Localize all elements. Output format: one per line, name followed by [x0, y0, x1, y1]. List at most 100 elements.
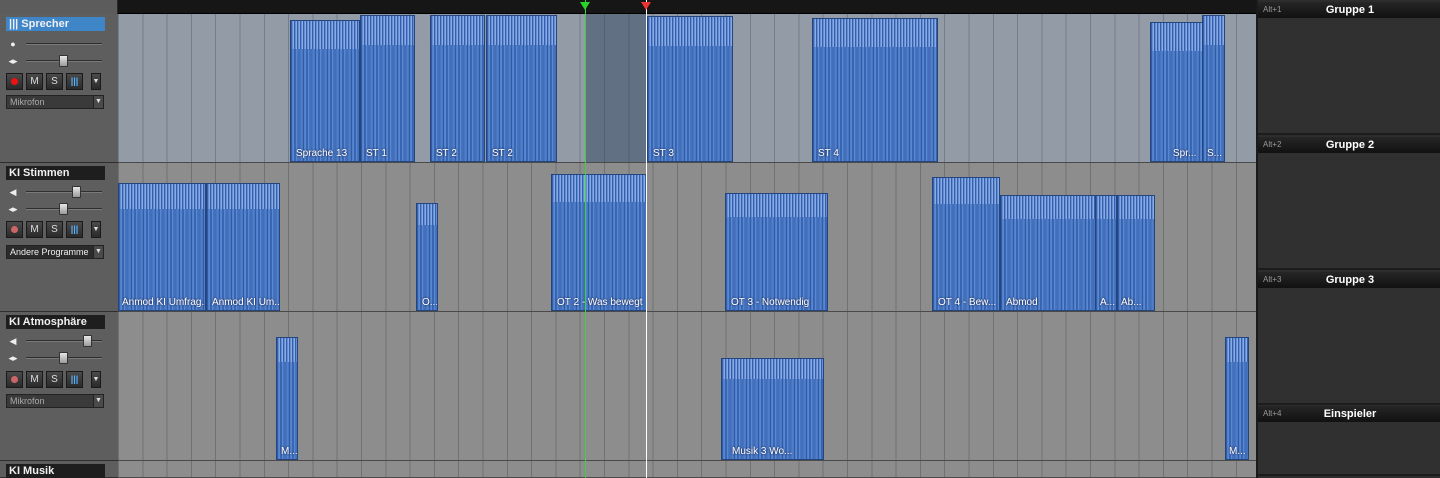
audio-clip[interactable]: ST 2 — [430, 15, 485, 162]
track-name-label: Sprecher — [21, 18, 69, 30]
track-name-ki-musik[interactable]: KI Musik — [6, 464, 105, 478]
solo-button[interactable]: S — [46, 73, 63, 90]
loop-range[interactable] — [585, 14, 646, 162]
audio-clip[interactable]: ST 3 — [647, 16, 733, 162]
pan-slider-knob[interactable] — [59, 203, 68, 215]
lane-ki-musik[interactable] — [118, 461, 1256, 478]
audio-clip[interactable]: ST 4 — [812, 18, 938, 162]
pan-slider-knob[interactable] — [59, 352, 68, 364]
solo-button[interactable]: S — [46, 221, 63, 238]
clip-label: M... — [281, 446, 298, 457]
audio-clip[interactable]: OT 3 - Notwendig — [725, 193, 828, 311]
clip-label: Musik 3 Wo... — [732, 446, 793, 457]
audio-clip[interactable]: Anmod KI Um... — [206, 183, 280, 311]
clip-label: O... — [422, 297, 438, 308]
chevron-down-icon[interactable]: ▼ — [93, 246, 103, 258]
loop-start-line[interactable] — [585, 0, 586, 478]
audio-clip[interactable]: Spr... — [1150, 22, 1203, 162]
chevron-down-icon[interactable]: ▼ — [91, 73, 101, 90]
audio-clip[interactable]: Abmod — [1000, 195, 1096, 311]
input-level-track — [26, 43, 102, 45]
group-panel: Alt+1 Gruppe 1 Alt+2 Gruppe 2 Alt+3 Grup… — [1256, 0, 1440, 478]
track-header-sprecher[interactable]: ||| Sprecher ● ◂▸ M S ||| ▼ Mikrofon ▼ — [0, 14, 118, 163]
timeline-ruler[interactable] — [118, 0, 1256, 14]
volume-slider-track[interactable] — [26, 191, 102, 193]
volume-row: ◀ — [6, 335, 106, 347]
track-name-ki-stimmen[interactable]: KI Stimmen — [6, 166, 105, 180]
pan-slider-knob[interactable] — [59, 55, 68, 67]
mute-button[interactable]: M — [26, 371, 43, 388]
group-header[interactable]: Alt+1 Gruppe 1 — [1258, 2, 1440, 18]
clip-label: OT 3 - Notwendig — [731, 297, 810, 308]
fx-mixer-icon[interactable]: ||| — [66, 371, 83, 388]
audio-clip[interactable]: M... — [1225, 337, 1249, 460]
group-slot[interactable] — [1258, 153, 1440, 270]
pan-row: ◂▸ — [6, 203, 106, 215]
group-header[interactable]: Alt+4 Einspieler — [1258, 406, 1440, 422]
audio-clip[interactable]: ST 1 — [360, 15, 415, 162]
input-select[interactable]: Mikrofon ▼ — [6, 394, 104, 408]
group-header[interactable]: Alt+3 Gruppe 3 — [1258, 272, 1440, 288]
audio-clip[interactable]: M... — [276, 337, 298, 460]
mute-button[interactable]: M — [26, 221, 43, 238]
record-button[interactable] — [6, 221, 23, 238]
group-title: Gruppe 1 — [1325, 4, 1375, 16]
playhead-marker-icon[interactable] — [641, 2, 651, 10]
record-button[interactable] — [6, 371, 23, 388]
track-header-ki-atmosphaere[interactable]: KI Atmosphäre ◀ ◂▸ M S ||| ▼ Mikrofon ▼ — [0, 312, 118, 461]
arrangement-area[interactable]: Sprache 13 ST 1 ST 2 ST 2 ST 3 ST 4 Spr.… — [118, 0, 1256, 478]
mute-button[interactable]: M — [26, 73, 43, 90]
playhead-line[interactable] — [646, 0, 647, 478]
clip-label: Abmod — [1006, 297, 1038, 308]
chevron-down-icon[interactable]: ▼ — [91, 371, 101, 388]
audio-clip[interactable]: OT 4 - Bew... — [932, 177, 1000, 311]
clip-label: A... — [1100, 297, 1116, 308]
audio-clip[interactable]: A... — [1095, 195, 1117, 311]
pan-row: ◂▸ — [6, 352, 106, 364]
clip-label: OT 4 - Bew... — [938, 297, 997, 308]
audio-clip[interactable]: O... — [416, 203, 438, 311]
solo-button[interactable]: S — [46, 371, 63, 388]
audio-clip[interactable]: Anmod KI Umfrag... — [118, 183, 206, 311]
audio-clip[interactable]: Ab... — [1117, 195, 1155, 311]
track-header-ki-stimmen[interactable]: KI Stimmen ◀ ◂▸ M S ||| ▼ Andere Program… — [0, 163, 118, 312]
input-select[interactable]: Andere Programme ▼ — [6, 245, 104, 259]
loop-start-marker-icon[interactable] — [580, 2, 590, 10]
clip-label: S... — [1207, 148, 1223, 159]
chevron-down-icon[interactable]: ▼ — [93, 96, 103, 108]
input-select[interactable]: Mikrofon ▼ — [6, 95, 104, 109]
volume-row: ◀ — [6, 186, 106, 198]
group-title: Gruppe 3 — [1325, 274, 1375, 286]
track-prefix: ||| — [9, 18, 19, 30]
fx-mixer-icon[interactable]: ||| — [66, 73, 83, 90]
chevron-down-icon[interactable]: ▼ — [91, 221, 101, 238]
volume-slider-knob[interactable] — [83, 335, 92, 347]
clip-label: Anmod KI Um... — [212, 297, 280, 308]
chevron-down-icon[interactable]: ▼ — [93, 395, 103, 407]
group-slot[interactable] — [1258, 288, 1440, 405]
clip-label: ST 3 — [653, 148, 674, 159]
pan-row: ◂▸ — [6, 55, 106, 67]
pan-icon: ◂▸ — [8, 353, 18, 363]
volume-slider-knob[interactable] — [72, 186, 81, 198]
group-slot[interactable] — [1258, 422, 1440, 476]
track-name-sprecher[interactable]: ||| Sprecher — [6, 17, 105, 31]
record-button[interactable] — [6, 73, 23, 90]
group-title: Einspieler — [1323, 408, 1377, 420]
pan-icon: ◂▸ — [8, 56, 18, 66]
audio-clip[interactable]: ST 2 — [486, 15, 557, 162]
clip-label: Spr... — [1173, 148, 1197, 159]
group-header[interactable]: Alt+2 Gruppe 2 — [1258, 137, 1440, 153]
microphone-icon: ● — [10, 39, 16, 49]
pan-icon: ◂▸ — [8, 204, 18, 214]
clip-label: OT 2 - Was bewegt — [557, 297, 643, 308]
group-slot[interactable] — [1258, 18, 1440, 135]
fx-mixer-icon[interactable]: ||| — [66, 221, 83, 238]
audio-clip[interactable]: Sprache 13 — [290, 20, 360, 162]
audio-clip[interactable]: OT 2 - Was bewegt — [551, 174, 647, 311]
audio-clip[interactable]: S... — [1202, 15, 1225, 162]
input-monitor-row: ● — [6, 38, 106, 50]
track-name-ki-atmosphaere[interactable]: KI Atmosphäre — [6, 315, 105, 329]
track-header-ki-musik[interactable]: KI Musik — [0, 461, 118, 478]
audio-clip[interactable]: Musik 3 Wo... — [721, 358, 824, 460]
